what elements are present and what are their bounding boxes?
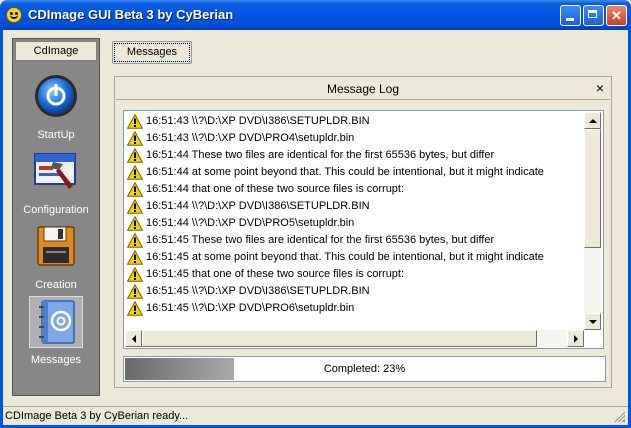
log-row-text: 16:51:44 that one of these two source fi…	[146, 183, 405, 195]
status-bar: CDImage Beta 3 by CyBerian ready...	[3, 406, 628, 425]
warning-icon	[126, 300, 144, 316]
warning-icon	[126, 232, 144, 248]
close-icon: ×	[595, 80, 605, 96]
warning-icon	[126, 181, 144, 197]
warning-icon	[126, 283, 144, 299]
log-row-text: 16:51:43 \\?\D:\XP DVD\PRO4\setupldr.bin	[146, 132, 355, 144]
log-row-text: 16:51:44 \\?\D:\XP DVD\PRO5\setupldr.bin	[146, 217, 355, 229]
log-row[interactable]: 16:51:45 \\?\D:\XP DVD\I386\SETUPLDR.BIN	[126, 283, 582, 300]
horizontal-scrollbar[interactable]	[125, 330, 584, 347]
nav-item-label: Creation	[35, 279, 77, 291]
nav-item-label: Configuration	[23, 204, 89, 216]
log-close-button[interactable]: ×	[591, 78, 609, 98]
resize-grip-icon[interactable]	[613, 410, 625, 422]
app-window: CDImage GUI Beta 3 by CyBerian ✕ CdImage…	[0, 0, 631, 428]
nav-header: CdImage	[15, 41, 97, 61]
nav-item-configuration[interactable]: Configuration	[15, 144, 97, 216]
title-bar[interactable]: CDImage GUI Beta 3 by CyBerian ✕	[0, 0, 631, 30]
minimize-button[interactable]	[560, 5, 581, 26]
scroll-up-button[interactable]	[584, 112, 601, 129]
log-row[interactable]: 16:51:44 \\?\D:\XP DVD\I386\SETUPLDR.BIN	[126, 198, 582, 215]
log-row[interactable]: 16:51:45 \\?\D:\XP DVD\PRO6\setupldr.bin	[126, 300, 582, 317]
log-row[interactable]: 16:51:44 at some point beyond that. This…	[126, 164, 582, 181]
tab-messages[interactable]: Messages	[112, 41, 192, 64]
horizontal-scroll-thumb[interactable]	[142, 330, 537, 347]
message-rows: 16:51:43 \\?\D:\XP DVD\I386\SETUPLDR.BIN…	[126, 113, 582, 317]
message-list[interactable]: 16:51:43 \\?\D:\XP DVD\I386\SETUPLDR.BIN…	[123, 110, 604, 349]
window-title: CDImage GUI Beta 3 by CyBerian	[28, 7, 234, 22]
warning-icon	[126, 215, 144, 231]
scroll-right-button[interactable]	[567, 330, 584, 347]
nav-item-label: StartUp	[37, 129, 75, 141]
progress-text: Completed: 23%	[323, 363, 406, 375]
config-window-icon	[29, 146, 83, 198]
address-book-icon	[29, 296, 83, 348]
log-row-text: 16:51:44 These two files are identical f…	[146, 149, 495, 161]
log-row[interactable]: 16:51:45 that one of these two source fi…	[126, 266, 582, 283]
warning-icon	[126, 113, 144, 129]
log-row[interactable]: 16:51:43 \\?\D:\XP DVD\I386\SETUPLDR.BIN	[126, 113, 582, 130]
progress-bar: Completed: 23%	[123, 356, 606, 382]
message-log-title: Message Log	[116, 78, 610, 100]
close-button[interactable]: ✕	[606, 5, 627, 26]
maximize-button[interactable]	[583, 5, 604, 26]
nav-item-creation[interactable]: Creation	[15, 219, 97, 291]
message-log-panel: Message Log × 16:51:43 \\?\D:\XP DVD\I38…	[114, 76, 612, 388]
arrow-up-icon	[589, 115, 597, 123]
log-row[interactable]: 16:51:44 \\?\D:\XP DVD\PRO5\setupldr.bin	[126, 215, 582, 232]
warning-icon	[126, 147, 144, 163]
nav-item-label: Messages	[30, 354, 82, 366]
warning-icon	[126, 164, 144, 180]
log-row-text: 16:51:44 at some point beyond that. This…	[146, 166, 544, 178]
log-row-text: 16:51:44 \\?\D:\XP DVD\I386\SETUPLDR.BIN	[146, 200, 370, 212]
arrow-down-icon	[589, 320, 597, 328]
log-row-text: 16:51:43 \\?\D:\XP DVD\I386\SETUPLDR.BIN	[146, 115, 370, 127]
log-row-text: 16:51:45 \\?\D:\XP DVD\PRO6\setupldr.bin	[146, 302, 355, 314]
vertical-scrollbar[interactable]	[584, 112, 601, 330]
close-icon: ✕	[611, 8, 622, 23]
status-text: CDImage Beta 3 by CyBerian ready...	[5, 410, 189, 422]
log-row[interactable]: 16:51:45 at some point beyond that. This…	[126, 249, 582, 266]
minimize-icon	[566, 18, 574, 21]
warning-icon	[126, 249, 144, 265]
smiley-app-icon[interactable]	[6, 7, 22, 23]
scroll-down-button[interactable]	[584, 313, 601, 330]
warning-icon	[126, 266, 144, 282]
power-icon	[29, 71, 83, 123]
warning-icon	[126, 198, 144, 214]
log-row[interactable]: 16:51:44 These two files are identical f…	[126, 147, 582, 164]
vertical-scroll-thumb[interactable]	[584, 129, 601, 248]
log-row-text: 16:51:45 at some point beyond that. This…	[146, 251, 544, 263]
warning-icon	[126, 130, 144, 146]
log-row-text: 16:51:45 These two files are identical f…	[146, 234, 495, 246]
arrow-right-icon	[574, 335, 582, 343]
log-row-text: 16:51:45 \\?\D:\XP DVD\I386\SETUPLDR.BIN	[146, 285, 370, 297]
log-row[interactable]: 16:51:45 These two files are identical f…	[126, 232, 582, 249]
scroll-left-button[interactable]	[125, 330, 142, 347]
nav-item-messages[interactable]: Messages	[15, 294, 97, 366]
log-row[interactable]: 16:51:44 that one of these two source fi…	[126, 181, 582, 198]
floppy-disk-icon	[29, 221, 83, 273]
log-row-text: 16:51:45 that one of these two source fi…	[146, 268, 405, 280]
nav-item-startup[interactable]: StartUp	[15, 69, 97, 141]
maximize-icon	[588, 10, 597, 18]
arrow-left-icon	[128, 335, 136, 343]
log-row[interactable]: 16:51:43 \\?\D:\XP DVD\PRO4\setupldr.bin	[126, 130, 582, 147]
nav-panel: CdImage StartUp Configuration Creation M…	[12, 38, 100, 396]
